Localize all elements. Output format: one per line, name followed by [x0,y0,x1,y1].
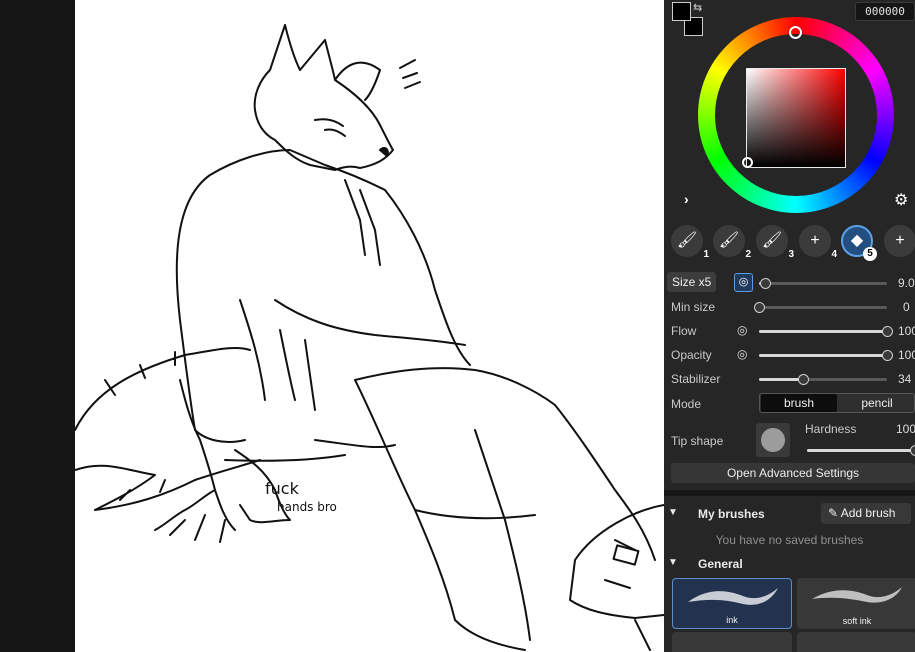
flow-row: Flow ◎ 100 [664,320,915,342]
min-size-row: Min size 0 [664,296,915,318]
stabilizer-label: Stabilizer [671,372,721,386]
eraser-icon: ◆ [850,232,864,249]
tip-shape-picker[interactable] [756,423,790,457]
hardness-slider[interactable] [807,445,915,456]
flow-value: 100 [898,324,915,338]
brush-slot-4[interactable]: +4 [799,225,837,260]
brush-preset-name: ink [726,615,738,625]
tool-panel: ⇆ 000000 › ⚙ 🖌1 🖌2 🖌3 +4 ◆5 +6 Size x5 ◎ [664,0,915,652]
opacity-slider-fill [759,354,887,357]
brush-slot-6[interactable]: +6 [884,225,915,257]
pressure-toggle-opacity-icon[interactable]: ◎ [737,347,747,361]
opacity-slider-thumb[interactable] [882,350,893,361]
hardness-slider-fill [807,449,915,452]
mode-row: Mode brush pencil [664,393,915,415]
opacity-value: 100 [898,348,915,362]
brush-slot-1[interactable]: 🖌 1 [671,225,709,260]
hue-marker[interactable] [789,26,802,39]
chevron-right-icon[interactable]: › [684,191,689,207]
brush-slot-2[interactable]: 🖌 2 [713,225,751,260]
brush-preset-card[interactable] [797,632,915,652]
hue-wheel[interactable] [698,17,894,213]
brush-slot-3[interactable]: 🖌 3 [756,225,794,260]
min-size-slider-thumb[interactable] [754,302,765,313]
brush-icon: 🖌 [761,232,783,249]
brush-preset-name: soft ink [842,616,872,626]
flow-label: Flow [671,324,697,338]
chevron-down-icon[interactable]: ▼ [668,557,678,568]
slot-number: 3 [788,249,794,260]
hardness-label: Hardness [805,422,857,436]
stabilizer-slider-thumb[interactable] [797,374,809,385]
drawing-canvas[interactable]: fuck hands bro [75,0,664,652]
mode-option-brush[interactable]: brush [761,394,837,412]
gear-icon[interactable]: ⚙ [894,190,908,210]
pressure-toggle-size[interactable]: ◎ [734,273,753,292]
open-advanced-settings-button[interactable]: Open Advanced Settings [671,463,915,483]
brush-slot-5[interactable]: ◆ 5 [841,225,877,261]
note-line-2: hands bro [277,500,337,514]
my-brushes-title[interactable]: My brushes [698,507,765,521]
general-section-title[interactable]: General [698,557,743,571]
plus-icon: + [810,232,820,249]
opacity-label: Opacity [671,348,712,362]
empty-brushes-message: You have no saved brushes [715,533,864,547]
opacity-slider[interactable] [759,350,893,361]
chevron-down-icon[interactable]: ▼ [668,507,678,518]
opacity-row: Opacity ◎ 100 [664,344,915,366]
stabilizer-row: Stabilizer 34 [664,368,915,390]
slot-number: 4 [831,249,837,260]
stabilizer-slider[interactable] [759,374,887,385]
size-row: Size x5 ◎ 9.0 [664,272,915,294]
hardness-value: 100 [896,422,915,436]
flow-slider[interactable] [759,326,893,337]
add-brush-button[interactable]: ✎ Add brush [821,503,911,524]
ink-stroke-preview [688,588,778,605]
foreground-color-swatch[interactable] [672,2,691,21]
brush-plus-icon: ✎ [828,506,839,520]
brush-icon: 🖌 [676,232,698,249]
pressure-toggle-flow-icon[interactable]: ◎ [737,323,747,337]
flow-slider-fill [759,330,887,333]
saturation-value-marker[interactable] [742,157,753,168]
min-size-label: Min size [671,300,716,314]
mode-option-pencil[interactable]: pencil [839,394,915,412]
saturation-value-square[interactable] [746,68,846,168]
slot-number: 5 [863,247,877,261]
soft-ink-stroke-preview [812,587,902,603]
size-label[interactable]: Size x5 [667,272,717,292]
brush-preset-ink[interactable]: ink [672,578,792,629]
size-slider-thumb[interactable] [760,278,772,289]
tip-shape-label: Tip shape [671,434,724,448]
brush-preset-soft-ink[interactable]: soft ink [797,578,915,629]
handwritten-note: fuck hands bro [265,480,337,516]
add-brush-label: Add brush [840,506,896,520]
sketch-artwork [75,24,664,651]
stabilizer-slider-fill [759,378,803,381]
plus-icon: + [895,232,905,249]
round-tip-icon [761,428,785,452]
flow-slider-thumb[interactable] [882,326,893,337]
stabilizer-value: 34 [898,372,912,386]
section-divider [664,490,915,496]
hardness-slider-thumb[interactable] [910,445,915,456]
brush-icon: 🖌 [718,232,740,249]
slot-number: 1 [703,249,709,260]
brush-preset-card[interactable] [672,632,792,652]
brush-slots: 🖌1 🖌2 🖌3 +4 ◆5 +6 [671,225,915,261]
left-gutter [0,0,75,652]
min-size-slider[interactable] [754,302,887,313]
size-slider[interactable] [759,278,887,289]
mode-label: Mode [671,397,702,411]
slot-number: 2 [745,249,751,260]
min-size-value: 0 [903,300,910,314]
note-line-1: fuck [265,479,299,498]
hex-color-input[interactable]: 000000 [855,2,915,21]
swap-colors-icon[interactable]: ⇆ [693,2,702,14]
size-value: 9.0 [898,276,915,290]
mode-toggle: brush pencil [759,393,915,413]
